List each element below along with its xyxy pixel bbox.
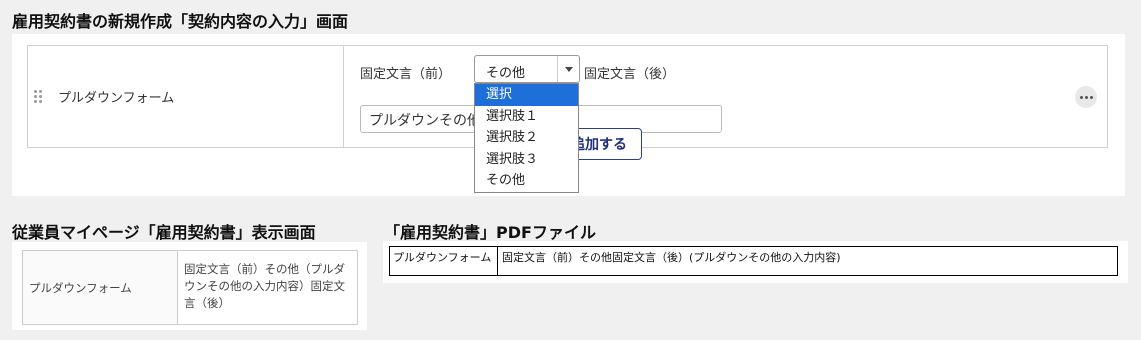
pdf-label-cell: プルダウンフォーム [390,247,498,275]
field-label: プルダウンフォーム [58,91,175,106]
mypage-table: プルダウンフォーム 固定文言（前）その他（プルダウンその他の入力内容）固定文言（… [22,250,358,325]
fixed-text-before: 固定文言（前） [360,67,452,82]
mypage-value-cell: 固定文言（前）その他（プルダウンその他の入力内容）固定文言（後） [184,262,345,310]
option-item[interactable]: 選択肢１ [475,106,578,128]
mypage-label-cell: プルダウンフォーム [23,251,178,324]
option-item[interactable]: 選択 [475,84,578,106]
pdf-heading: 「雇用契約書」PDFファイル [384,223,596,242]
create-screen-heading: 雇用契約書の新規作成「契約内容の入力」画面 [12,12,349,31]
mypage-panel: プルダウンフォーム 固定文言（前）その他（プルダウンその他の入力内容）固定文言（… [12,242,367,330]
fixed-text-after: 固定文言（後） [584,67,676,82]
mypage-heading: 従業員マイページ「雇用契約書」表示画面 [12,223,316,242]
drag-handle-icon[interactable] [34,89,44,104]
pdf-panel: プルダウンフォーム 固定文言（前）その他固定文言（後）(プルダウンその他の入力内… [383,241,1128,283]
option-item[interactable]: 選択肢２ [475,127,578,149]
form-row-label-cell: プルダウンフォーム [28,46,344,147]
pulldown-selected-value: その他 [486,66,526,81]
form-row-content-cell: 固定文言（前） その他 固定文言（後） プルダウンその他 [344,46,1107,147]
pulldown-options-list: 選択 選択肢１ 選択肢２ 選択肢３ その他 [474,83,579,193]
pulldown-select[interactable]: その他 [474,55,580,83]
chevron-down-icon[interactable] [557,56,579,82]
option-item[interactable]: 選択肢３ [475,149,578,171]
more-options-icon[interactable] [1075,86,1097,108]
pdf-value-cell: 固定文言（前）その他固定文言（後）(プルダウンその他の入力内容) [502,251,841,264]
option-item[interactable]: その他 [475,170,578,192]
pdf-table: プルダウンフォーム 固定文言（前）その他固定文言（後）(プルダウンその他の入力内… [389,246,1118,276]
